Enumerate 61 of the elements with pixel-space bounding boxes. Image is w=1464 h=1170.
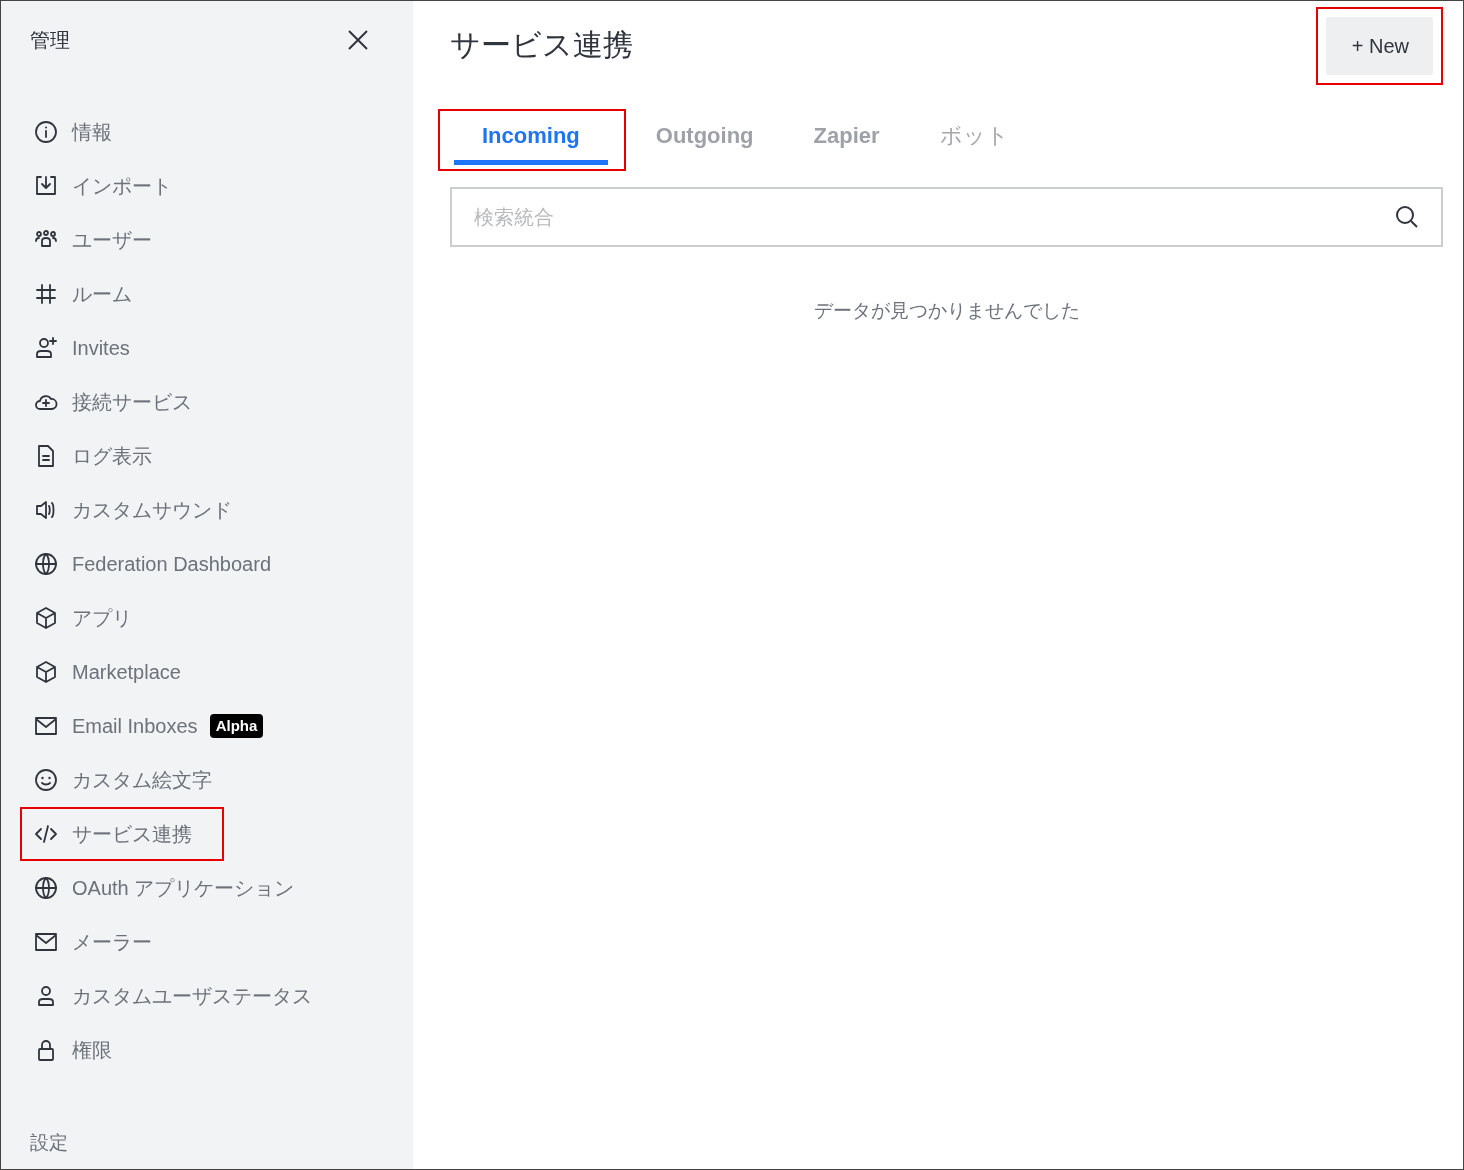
sidebar-item-label: サービス連携 bbox=[72, 822, 192, 847]
hash-icon bbox=[34, 282, 58, 306]
sidebar-item-label: メーラー bbox=[72, 930, 152, 955]
sidebar-item[interactable]: 情報 bbox=[20, 105, 126, 159]
sidebar-item-label: カスタムサウンド bbox=[72, 498, 232, 523]
cube-icon bbox=[34, 606, 58, 630]
sidebar-item-label: アプリ bbox=[72, 606, 132, 631]
tab[interactable]: Incoming bbox=[454, 115, 608, 165]
settings-link[interactable]: 設定 bbox=[1, 1128, 413, 1157]
sidebar-item[interactable]: OAuth アプリケーション bbox=[20, 861, 309, 915]
sidebar-item-label: Email Inboxes bbox=[72, 714, 198, 739]
sidebar-item-label: 接続サービス bbox=[72, 390, 192, 415]
smiley-icon bbox=[34, 768, 58, 792]
tab[interactable]: Outgoing bbox=[627, 115, 782, 165]
sidebar-item-label: OAuth アプリケーション bbox=[72, 876, 295, 901]
new-button[interactable]: + New bbox=[1325, 17, 1433, 75]
alpha-badge: Alpha bbox=[209, 713, 264, 739]
sidebar-item-label: カスタム絵文字 bbox=[72, 768, 212, 793]
globe-icon bbox=[34, 552, 58, 576]
sidebar-item-label: Marketplace bbox=[72, 660, 181, 685]
sidebar-item-label: カスタムユーザステータス bbox=[72, 984, 312, 1009]
sidebar-item[interactable]: 権限 bbox=[20, 1023, 126, 1077]
sidebar-item-label: ログ表示 bbox=[72, 444, 152, 469]
page-title: サービス連携 bbox=[450, 27, 633, 63]
search-field[interactable]: 検索統合 bbox=[450, 187, 1443, 247]
sidebar-item-label: ユーザー bbox=[72, 228, 152, 253]
search-icon bbox=[1395, 205, 1419, 229]
sidebar-title: 管理 bbox=[30, 28, 70, 53]
sidebar-item-label: Invites bbox=[72, 336, 130, 361]
sidebar-item[interactable]: ログ表示 bbox=[20, 429, 166, 483]
sidebar-item[interactable]: Marketplace bbox=[20, 645, 195, 699]
envelope-icon bbox=[34, 714, 58, 738]
sidebar-item[interactable]: カスタムユーザステータス bbox=[20, 969, 326, 1023]
sidebar-item[interactable]: Invites bbox=[20, 321, 144, 375]
info-icon bbox=[34, 120, 58, 144]
sidebar-item[interactable]: ルーム bbox=[20, 267, 146, 321]
globe-icon bbox=[34, 876, 58, 900]
sidebar-item[interactable]: カスタムサウンド bbox=[20, 483, 246, 537]
sidebar-item[interactable]: ユーザー bbox=[20, 213, 166, 267]
sidebar-item[interactable]: メーラー bbox=[20, 915, 166, 969]
sidebar-item[interactable]: Federation Dashboard bbox=[20, 537, 285, 591]
code-icon bbox=[34, 822, 58, 846]
sidebar-item[interactable]: Email Inboxes Alpha bbox=[20, 699, 278, 753]
tab[interactable]: Zapier bbox=[785, 115, 908, 165]
download-icon bbox=[34, 174, 58, 198]
sidebar-item-label: 情報 bbox=[72, 120, 112, 145]
sidebar-item[interactable]: アプリ bbox=[20, 591, 146, 645]
sidebar-item[interactable]: 接続サービス bbox=[20, 375, 206, 429]
sidebar-item[interactable]: インポート bbox=[20, 159, 186, 213]
tab[interactable]: ボット bbox=[911, 115, 1037, 165]
envelope-icon bbox=[34, 930, 58, 954]
sidebar-item[interactable]: サービス連携 bbox=[20, 807, 224, 861]
sidebar-item[interactable]: カスタム絵文字 bbox=[20, 753, 226, 807]
sidebar-item-label: ルーム bbox=[72, 282, 132, 307]
empty-message: データが見つかりませんでした bbox=[812, 299, 1081, 323]
sidebar-item-label: 権限 bbox=[72, 1038, 112, 1063]
cube-icon bbox=[34, 660, 58, 684]
sidebar-item-label: インポート bbox=[72, 174, 172, 199]
person-plus-icon bbox=[34, 336, 58, 360]
sidebar-item-label: Federation Dashboard bbox=[72, 552, 271, 577]
close-button[interactable] bbox=[347, 29, 369, 51]
